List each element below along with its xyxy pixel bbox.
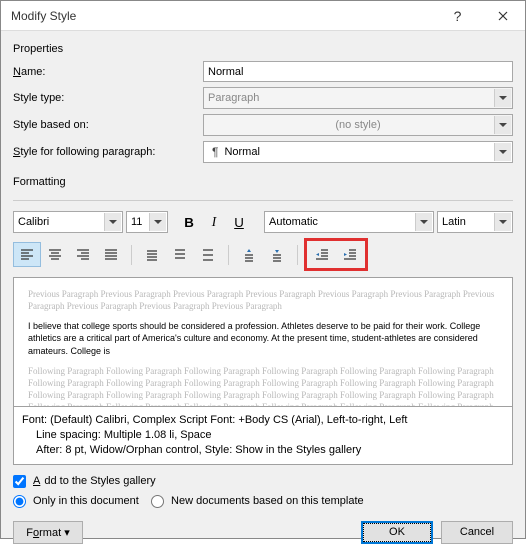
script-select[interactable]: Latin	[437, 211, 513, 233]
bold-button[interactable]: B	[178, 211, 200, 233]
formatting-heading: Formatting	[13, 176, 513, 188]
divider	[13, 200, 513, 201]
align-right-icon	[76, 248, 90, 262]
space-before-dec-icon	[270, 248, 284, 262]
chevron-down-icon	[494, 213, 511, 231]
preview-previous-text: Previous Paragraph Previous Paragraph Pr…	[28, 288, 498, 312]
chevron-down-icon	[494, 116, 511, 134]
font-family-select[interactable]: Calibri	[13, 211, 123, 233]
spacing-1-button[interactable]	[138, 242, 166, 267]
style-following-select[interactable]: ¶Normal	[203, 141, 513, 163]
pilcrow-icon: ¶	[212, 145, 218, 159]
titlebar: Modify Style ?	[1, 1, 525, 31]
font-color-select[interactable]: Automatic	[264, 211, 434, 233]
chevron-down-icon	[104, 213, 121, 231]
indent-highlight-box	[304, 238, 368, 271]
align-justify-icon	[104, 248, 118, 262]
indent-group	[308, 242, 364, 267]
divider	[297, 245, 298, 265]
help-button[interactable]: ?	[435, 1, 480, 31]
chevron-down-icon	[494, 89, 511, 107]
style-based-on-select[interactable]: (no style)	[203, 114, 513, 136]
divider	[131, 245, 132, 265]
style-description: Font: (Default) Calibri, Complex Script …	[13, 407, 513, 465]
preview-sample-text: I believe that college sports should be …	[28, 320, 498, 356]
preview-pane: Previous Paragraph Previous Paragraph Pr…	[13, 277, 513, 407]
style-based-on-label: Style based on:	[13, 119, 203, 131]
dialog-title: Modify Style	[11, 9, 435, 23]
spacing-1-5-button[interactable]	[166, 242, 194, 267]
divider	[228, 245, 229, 265]
spacing-1-icon	[145, 248, 159, 262]
style-following-label: Style for following paragraph:	[13, 146, 203, 158]
line-spacing-group	[138, 242, 222, 267]
chevron-down-icon	[149, 213, 166, 231]
spacing-1-5-icon	[173, 248, 187, 262]
chevron-down-icon	[494, 143, 511, 161]
style-type-select[interactable]: Paragraph	[203, 87, 513, 109]
cancel-button[interactable]: Cancel	[441, 521, 513, 544]
style-type-label: Style type:	[13, 92, 203, 104]
name-label: Name:	[13, 66, 203, 78]
decrease-before-button[interactable]	[263, 242, 291, 267]
add-to-gallery-checkbox[interactable]: Add to the Styles gallery	[13, 475, 156, 488]
space-before-inc-icon	[242, 248, 256, 262]
preview-following-text: Following Paragraph Following Paragraph …	[28, 365, 498, 407]
only-in-document-radio[interactable]: Only in this document	[13, 495, 139, 508]
decrease-indent-button[interactable]	[308, 242, 336, 267]
align-center-button[interactable]	[41, 242, 69, 267]
underline-button[interactable]: U	[228, 211, 250, 233]
spacing-2-icon	[201, 248, 215, 262]
chevron-down-icon	[415, 213, 432, 231]
align-left-icon	[20, 248, 34, 262]
spacing-2-button[interactable]	[194, 242, 222, 267]
close-button[interactable]	[480, 1, 525, 31]
align-center-icon	[48, 248, 62, 262]
ok-button[interactable]: OK	[361, 521, 433, 544]
new-documents-radio[interactable]: New documents based on this template	[151, 495, 364, 508]
increase-before-button[interactable]	[235, 242, 263, 267]
increase-indent-button[interactable]	[336, 242, 364, 267]
increase-indent-icon	[343, 248, 357, 262]
align-left-button[interactable]	[13, 242, 41, 267]
italic-button[interactable]: I	[203, 211, 225, 233]
decrease-indent-icon	[315, 248, 329, 262]
modify-style-dialog: Modify Style ? Properties Name: Style ty…	[0, 0, 526, 539]
align-right-button[interactable]	[69, 242, 97, 267]
close-icon	[498, 11, 508, 21]
name-input[interactable]	[203, 61, 513, 82]
properties-heading: Properties	[13, 43, 513, 55]
para-spacing-group	[235, 242, 291, 267]
format-button[interactable]: Format ▾	[13, 521, 83, 544]
alignment-group	[13, 242, 125, 267]
font-size-select[interactable]: 11	[126, 211, 168, 233]
align-justify-button[interactable]	[97, 242, 125, 267]
